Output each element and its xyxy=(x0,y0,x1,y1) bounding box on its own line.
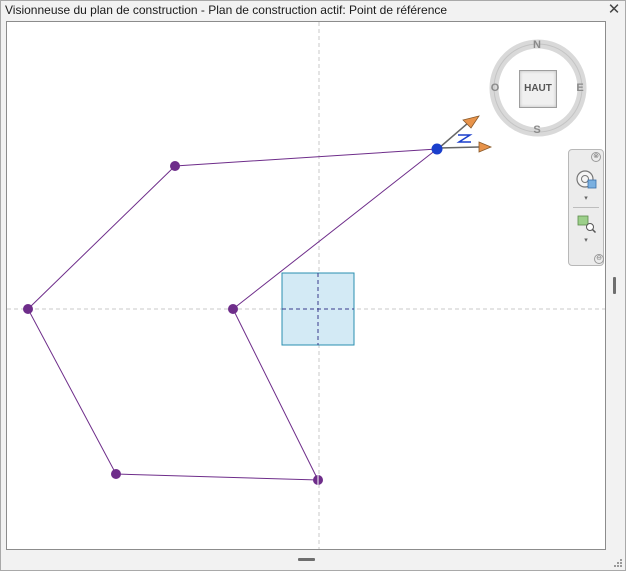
construction-plan-viewer-window: Visionneuse du plan de construction - Pl… xyxy=(0,0,626,571)
navigation-bar: ⊗ ▾ ▾ ⊖ xyxy=(568,149,604,266)
window-title: Visionneuse du plan de construction - Pl… xyxy=(5,3,448,17)
path-point[interactable] xyxy=(170,161,180,171)
horizontal-scroll-handle[interactable] xyxy=(298,558,315,561)
compass-west[interactable]: O xyxy=(489,82,501,94)
compass-south[interactable]: S xyxy=(531,124,543,136)
vertical-scroll-handle[interactable] xyxy=(613,277,616,294)
z-axis-marker xyxy=(456,134,473,143)
steering-wheel-dropdown[interactable]: ▾ xyxy=(582,195,590,203)
compass-north[interactable]: N xyxy=(531,39,543,51)
path-point[interactable] xyxy=(111,469,121,479)
zoom-dropdown[interactable]: ▾ xyxy=(582,237,590,245)
steering-wheel-icon[interactable] xyxy=(574,169,600,193)
x-axis-arrow[interactable] xyxy=(478,141,493,153)
resize-grip-icon[interactable] xyxy=(613,558,622,567)
path-point[interactable] xyxy=(23,304,33,314)
x-axis-line xyxy=(438,146,480,149)
titlebar[interactable]: Visionneuse du plan de construction - Pl… xyxy=(1,1,625,20)
navbar-options-icon[interactable]: ⊖ xyxy=(594,254,604,264)
navbar-separator xyxy=(573,207,599,208)
close-button[interactable]: ✕ xyxy=(606,2,622,18)
path-point[interactable] xyxy=(228,304,238,314)
active-point[interactable] xyxy=(431,143,443,155)
viewcube-top-face[interactable]: HAUT xyxy=(519,70,557,108)
navbar-close-icon[interactable]: ⊗ xyxy=(591,152,601,162)
compass-east[interactable]: E xyxy=(574,82,586,94)
zoom-region-icon[interactable] xyxy=(576,214,598,234)
construction-path[interactable] xyxy=(27,148,438,481)
